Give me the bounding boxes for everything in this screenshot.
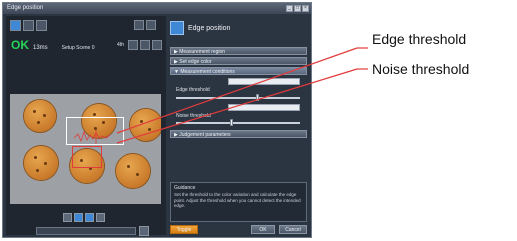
callout-noise-threshold: Noise threshold (372, 61, 470, 77)
callout-edge-threshold: Edge threshold (372, 31, 467, 47)
